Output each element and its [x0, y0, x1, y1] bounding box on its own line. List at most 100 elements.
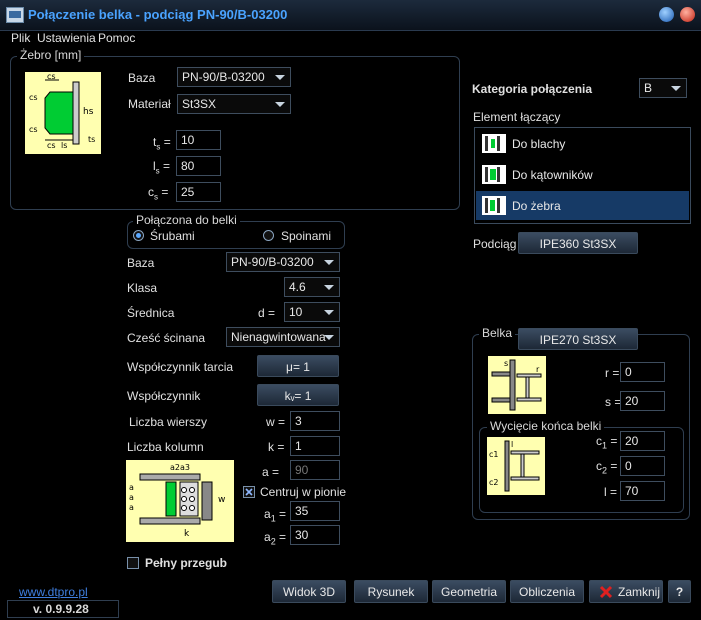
c1-input[interactable]: 20: [620, 431, 665, 451]
c1-label: c1 =: [596, 434, 618, 451]
chevron-down-icon: [324, 260, 334, 265]
sruba-baza-select[interactable]: PN-90/B-03200: [226, 252, 340, 272]
geometria-button[interactable]: Geometria: [432, 580, 506, 603]
c2-label: c2 =: [596, 459, 618, 476]
svg-text:hs: hs: [83, 107, 94, 117]
czesc-select[interactable]: Nienagwintowana: [226, 327, 340, 347]
s-input[interactable]: 20: [620, 391, 665, 411]
zamknij-label: Zamknij: [618, 585, 661, 599]
svg-text:a: a: [129, 483, 134, 492]
close-icon: [599, 585, 613, 599]
zebro-diagram: cs cs cs hs ts cs ls: [25, 72, 101, 154]
list-item-do-katownikow[interactable]: Do kątowników: [476, 160, 689, 189]
window-title: Połączenie belka - podciąg PN-90/B-03200: [28, 7, 288, 22]
rysunek-button[interactable]: Rysunek: [354, 580, 428, 603]
w-input[interactable]: 3: [290, 411, 340, 431]
a-label: a =: [262, 465, 280, 479]
help-button[interactable]: ?: [668, 580, 691, 603]
bolt-diagram: a2a3 a a a w k: [126, 460, 234, 542]
menu-ustawienia[interactable]: Ustawienia: [37, 31, 96, 45]
klasa-select[interactable]: 4.6: [284, 277, 340, 297]
ts-label: ts =: [153, 135, 171, 152]
svg-text:cs: cs: [29, 93, 38, 102]
wyciecie-diagram: c1 c2 l: [487, 437, 545, 495]
plate-connection-icon: [482, 134, 506, 153]
kategoria-label: Kategoria połączenia: [472, 82, 593, 96]
podciag-button[interactable]: IPE360 St3SX: [518, 232, 638, 254]
pelny-checkbox[interactable]: [127, 557, 139, 569]
zebro-baza-select[interactable]: PN-90/B-03200: [177, 67, 291, 87]
l-input[interactable]: 70: [620, 481, 665, 501]
k-label: k =: [268, 440, 285, 454]
end-cut-schematic-icon: c1 c2 l: [489, 440, 540, 492]
spoinami-label: Spoinami: [281, 229, 332, 243]
srubami-radio[interactable]: [133, 230, 144, 241]
chevron-down-icon: [275, 75, 285, 80]
svg-text:cs: cs: [47, 141, 56, 150]
r-input[interactable]: 0: [620, 362, 665, 382]
svg-text:w: w: [218, 495, 225, 505]
kategoria-value: B: [644, 81, 653, 95]
belka-diagram: s r: [488, 356, 546, 414]
a1-label: a1 =: [264, 507, 287, 524]
widok-3d-button[interactable]: Widok 3D: [272, 580, 346, 603]
menu-plik[interactable]: Plik: [11, 31, 30, 45]
list-item-label: Do kątowników: [512, 168, 593, 182]
a2-input[interactable]: 30: [290, 525, 340, 545]
menu-pomoc[interactable]: Pomoc: [98, 31, 135, 45]
svg-text:cs: cs: [47, 72, 56, 81]
cs-input[interactable]: 25: [176, 182, 221, 202]
ls-label: ls =: [153, 159, 171, 176]
zamknij-button[interactable]: Zamknij: [589, 580, 663, 603]
centruj-label: Centruj w pionie: [260, 485, 347, 499]
app-icon: [6, 7, 24, 23]
zebro-group-label: Żebro [mm]: [17, 48, 85, 62]
belka-group-label: Belka: [479, 326, 516, 340]
sruba-baza-label: Baza: [127, 256, 155, 270]
list-item-do-zebra[interactable]: Do żebra: [476, 191, 689, 220]
kategoria-select[interactable]: B: [639, 78, 687, 98]
minimize-button[interactable]: [659, 7, 674, 22]
r-label: r =: [605, 366, 620, 380]
zebro-baza-value: PN-90/B-03200: [182, 70, 265, 84]
version-box: v. 0.9.9.28: [7, 600, 119, 618]
obliczenia-button[interactable]: Obliczenia: [510, 580, 584, 603]
czesc-value: Nienagwintowana: [231, 330, 326, 344]
chevron-down-icon: [671, 86, 681, 91]
svg-text:k: k: [184, 529, 190, 539]
srednica-select[interactable]: 10: [284, 302, 340, 322]
w-label: w =: [266, 415, 286, 429]
k-input[interactable]: 1: [290, 436, 340, 456]
element-listbox[interactable]: Do blachy Do kątowników Do żebra: [474, 127, 691, 224]
svg-text:c2: c2: [489, 478, 499, 487]
list-item-label: Do żebra: [512, 199, 561, 213]
ls-input[interactable]: 80: [176, 156, 221, 176]
zebro-baza-label: Baza: [128, 71, 156, 85]
bolt-layout-schematic-icon: a2a3 a a a w k: [129, 463, 225, 539]
chevron-down-icon: [275, 102, 285, 107]
list-item-do-blachy[interactable]: Do blachy: [476, 129, 689, 158]
svg-text:r: r: [536, 365, 540, 374]
centruj-checkbox[interactable]: [243, 486, 255, 498]
chevron-down-icon: [324, 285, 334, 290]
tarcie-label: Współczynnik tarcia: [127, 360, 234, 374]
belka-button[interactable]: IPE270 St3SX: [518, 328, 638, 350]
title-bar[interactable]: Połączenie belka - podciąg PN-90/B-03200: [0, 0, 701, 31]
close-window-button[interactable]: [680, 7, 695, 22]
spoinami-radio[interactable]: [263, 230, 274, 241]
a1-input[interactable]: 35: [290, 501, 340, 521]
cs-label: cs =: [148, 185, 169, 202]
ts-input[interactable]: 10: [176, 130, 221, 150]
website-link[interactable]: www.dtpro.pl: [19, 585, 88, 599]
c2-input[interactable]: 0: [620, 456, 665, 476]
wyciecie-label: Wycięcie końca belki: [487, 419, 605, 433]
wsp-button[interactable]: kᵥ= 1: [257, 384, 339, 406]
element-label: Element łączący: [473, 110, 561, 124]
zebro-material-select[interactable]: St3SX: [177, 94, 291, 114]
s-label: s =: [605, 395, 622, 409]
zebro-material-value: St3SX: [182, 97, 217, 111]
pelny-label: Pełny przegub: [145, 556, 228, 570]
svg-text:c1: c1: [489, 450, 499, 459]
tarcie-button[interactable]: μ= 1: [257, 355, 339, 377]
svg-text:ls: ls: [61, 141, 67, 150]
